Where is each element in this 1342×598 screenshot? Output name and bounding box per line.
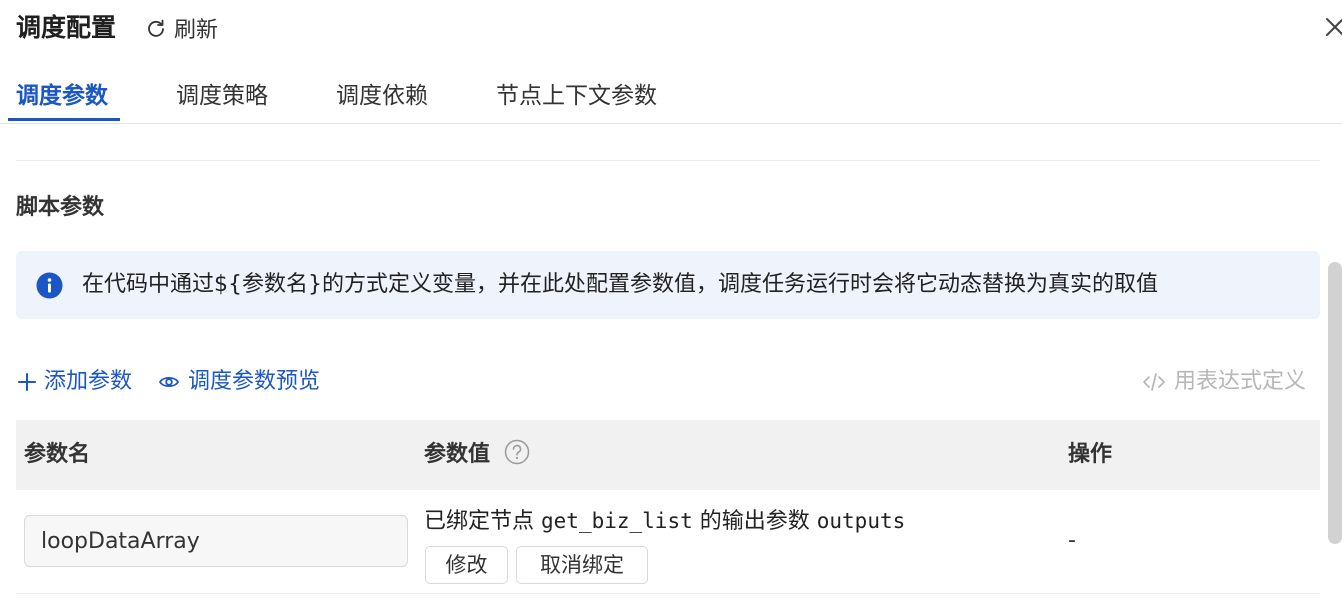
tab-schedule-strategy[interactable]: 调度策略 (176, 72, 268, 122)
table-row: 已绑定节点 get_biz_list 的输出参数 outputs 修改 取消绑定… (16, 490, 1320, 594)
tab-schedule-dependency[interactable]: 调度依赖 (336, 72, 428, 122)
expression-define-button[interactable]: 用表达式定义 (1142, 364, 1306, 400)
divider (16, 160, 1320, 161)
add-param-button[interactable]: 添加参数 (16, 364, 132, 400)
unbind-button[interactable]: 取消绑定 (516, 546, 648, 584)
table-header: 参数名 参数值 操作 (16, 420, 1320, 490)
edit-button[interactable]: 修改 (425, 546, 508, 584)
info-icon (36, 272, 63, 299)
code-icon (1142, 371, 1166, 393)
bound-output-text: 已绑定节点 get_biz_list 的输出参数 outputs (424, 504, 905, 539)
refresh-icon (146, 18, 166, 38)
tab-schedule-params[interactable]: 调度参数 (16, 72, 108, 122)
tab-node-context-params[interactable]: 节点上下文参数 (496, 72, 657, 122)
eye-icon (158, 371, 180, 393)
scrollbar[interactable] (1328, 262, 1342, 544)
column-header-operation: 操作 (1068, 442, 1113, 467)
active-tab-indicator (8, 118, 120, 121)
info-text: 在代码中通过${参数名}的方式定义变量，并在此处配置参数值，调度任务运行时会将它… (82, 272, 1158, 297)
bound-middle: 的输出参数 (699, 509, 810, 534)
help-icon[interactable] (504, 439, 530, 465)
bound-output-name: outputs (816, 509, 906, 533)
info-banner: 在代码中通过${参数名}的方式定义变量，并在此处配置参数值，调度任务运行时会将它… (16, 251, 1320, 319)
param-name-input[interactable] (24, 515, 408, 567)
section-title: 脚本参数 (16, 195, 105, 220)
expression-define-label: 用表达式定义 (1174, 369, 1307, 394)
plus-icon (16, 371, 38, 393)
add-param-label: 添加参数 (44, 369, 133, 394)
bound-node-name: get_biz_list (541, 509, 693, 533)
param-preview-button[interactable]: 调度参数预览 (158, 364, 320, 400)
column-header-value: 参数值 (424, 442, 491, 467)
page-title: 调度配置 (16, 13, 117, 42)
param-preview-label: 调度参数预览 (188, 369, 321, 394)
header: 调度配置 刷新 (0, 0, 1342, 56)
bound-prefix: 已绑定节点 (424, 509, 535, 534)
close-icon[interactable] (1324, 16, 1342, 38)
operation-cell: - (1068, 528, 1076, 553)
refresh-label: 刷新 (174, 18, 219, 43)
refresh-button[interactable]: 刷新 (146, 12, 218, 44)
tab-bar: 调度参数 调度策略 调度依赖 节点上下文参数 (0, 72, 1342, 124)
column-header-name: 参数名 (24, 442, 91, 467)
